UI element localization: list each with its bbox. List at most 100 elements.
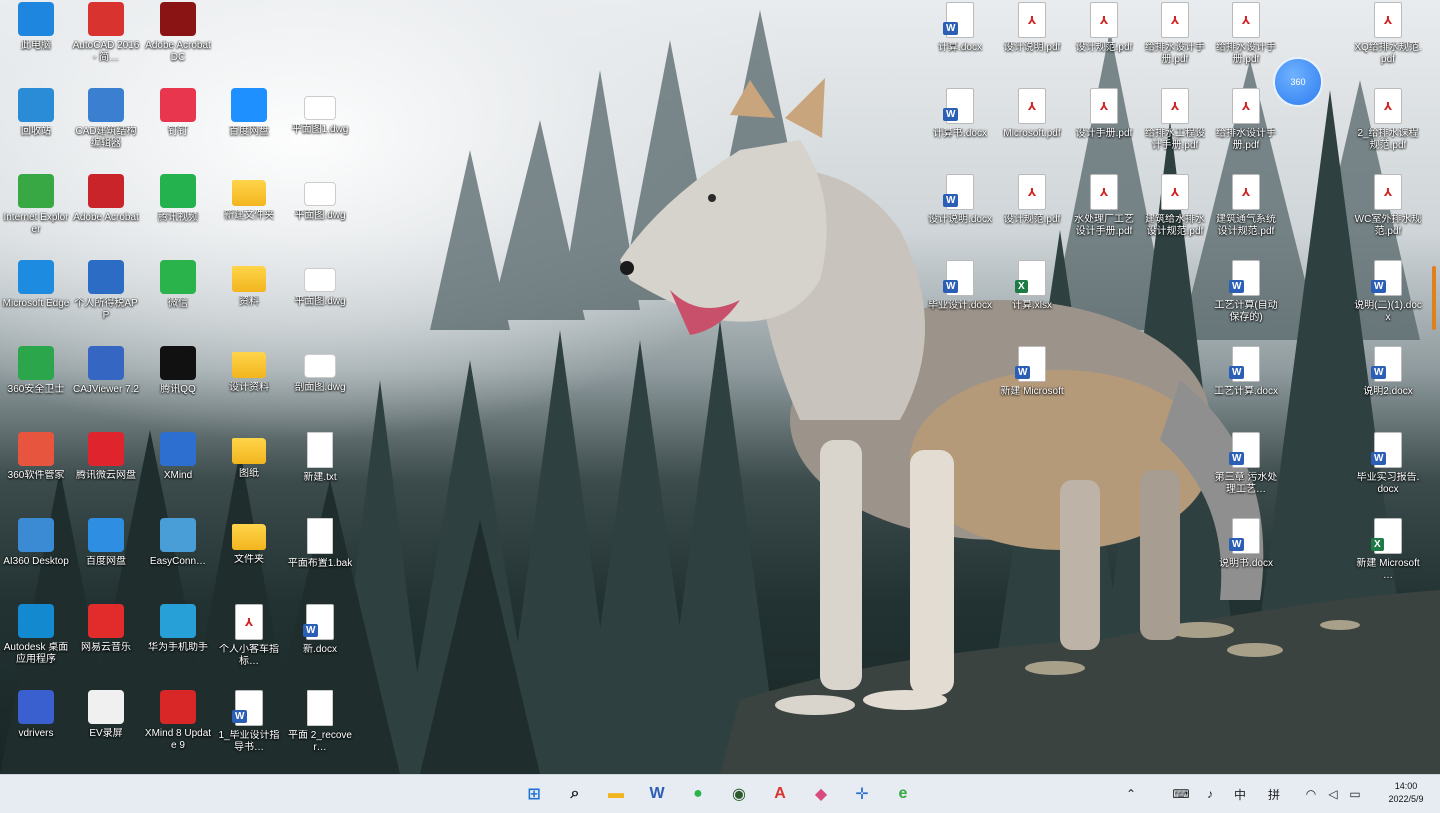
desktop-shortcut[interactable]: EasyConn… bbox=[142, 518, 214, 568]
desktop-shortcut[interactable]: ⅄ 设计说明.pdf bbox=[996, 2, 1068, 54]
desktop-shortcut[interactable]: XMind 8 Update 9 bbox=[142, 690, 214, 752]
desktop-shortcut[interactable]: ⅄ 设计手册.pdf bbox=[1068, 88, 1140, 140]
wechat-button[interactable]: ● bbox=[683, 780, 713, 808]
desktop-shortcut[interactable]: 新建文件夹 bbox=[213, 174, 285, 222]
desktop-shortcut[interactable]: 设计说明.docx bbox=[924, 174, 996, 226]
desktop-shortcut[interactable]: Internet Explorer bbox=[0, 174, 72, 236]
desktop-shortcut[interactable]: 百度网盘 bbox=[70, 518, 142, 568]
tray-keyboard[interactable]: ⌨ bbox=[1172, 785, 1190, 803]
desktop-shortcut[interactable]: 回收站 bbox=[0, 88, 72, 138]
search-button[interactable]: ⌕ bbox=[560, 780, 590, 808]
desktop-shortcut[interactable]: ⅄ 个人小客车指标… bbox=[213, 604, 285, 668]
desktop-shortcut[interactable]: 平面图1.dwg bbox=[284, 88, 356, 136]
desktop-shortcut[interactable]: 平面图.dwg bbox=[284, 174, 356, 222]
desktop-shortcut[interactable]: 新.docx bbox=[284, 604, 356, 656]
desktop-shortcut[interactable]: ⅄ 建筑通气系统设计规范.pdf bbox=[1210, 174, 1282, 238]
browser-button[interactable]: ◆ bbox=[806, 780, 836, 808]
desktop-shortcut[interactable]: AI360 Desktop bbox=[0, 518, 72, 568]
tray-pinyin[interactable]: 拼 bbox=[1265, 785, 1283, 803]
desktop-shortcut[interactable]: CAD建筑结构编辑器 bbox=[70, 88, 142, 150]
desktop-shortcut[interactable]: Adobe Acrobat bbox=[70, 174, 142, 224]
desktop-shortcut[interactable]: 工艺计算.docx bbox=[1210, 346, 1282, 398]
ie-button[interactable]: e bbox=[888, 780, 918, 808]
desktop-shortcut[interactable]: 设计资料 bbox=[213, 346, 285, 394]
desktop-shortcut[interactable]: CAJViewer 7.2 bbox=[70, 346, 142, 396]
tray-wifi[interactable]: ◠ bbox=[1302, 785, 1320, 803]
shortcut-label: 新.docx bbox=[303, 644, 337, 655]
desktop-shortcut[interactable]: ⅄ XQ给排水规范.pdf bbox=[1352, 2, 1424, 66]
desktop-shortcut[interactable]: 百度网盘 bbox=[213, 88, 285, 138]
desktop-shortcut[interactable]: EV录屏 bbox=[70, 690, 142, 740]
xmind-button[interactable]: ✛ bbox=[847, 780, 877, 808]
assistant-bubble-icon[interactable]: 360 bbox=[1273, 57, 1323, 107]
desktop-shortcut[interactable]: ⅄ WC室外排水规范.pdf bbox=[1352, 174, 1424, 238]
desktop-shortcut[interactable]: 此电脑 bbox=[0, 2, 72, 52]
desktop-shortcut[interactable]: 平面布置1.bak bbox=[284, 518, 356, 570]
desktop-shortcut[interactable]: 新建.txt bbox=[284, 432, 356, 484]
phone-assistant-icon bbox=[160, 604, 196, 638]
tray-volume[interactable]: ◁ bbox=[1324, 785, 1342, 803]
autocad-icon: A bbox=[774, 785, 786, 802]
desktop-shortcut[interactable]: Adobe Acrobat DC bbox=[142, 2, 214, 64]
shortcut-label: 设计说明.pdf bbox=[1003, 42, 1061, 53]
desktop-shortcut[interactable]: 华为手机助手 bbox=[142, 604, 214, 654]
taskbar: ⊞ ⌕ ▬ W ● ◉ A ◆ ✛ e ⌃ ⌨ ♪ 中 拼 ◠ ◁ ▭ 14:00 2022/5/9 bbox=[0, 774, 1440, 813]
desktop-shortcut[interactable]: 第三章 污水处理工艺… bbox=[1210, 432, 1282, 496]
shortcut-label: EasyConn… bbox=[149, 556, 207, 567]
desktop-shortcut[interactable]: 说明(二)(1).docx bbox=[1352, 260, 1424, 324]
docx-icon bbox=[1229, 432, 1260, 468]
desktop-shortcut[interactable]: 1_毕业设计指导书… bbox=[213, 690, 285, 754]
file-explorer-button[interactable]: ▬ bbox=[601, 780, 631, 808]
desktop-shortcut[interactable]: 360安全卫士 bbox=[0, 346, 72, 396]
tray-ime[interactable]: 中 bbox=[1231, 785, 1249, 803]
tray-mic[interactable]: ♪ bbox=[1201, 785, 1219, 803]
desktop-shortcut[interactable]: ⅄ 设计规范.pdf bbox=[996, 174, 1068, 226]
desktop-shortcut[interactable]: 图纸 bbox=[213, 432, 285, 480]
desktop-shortcut[interactable]: 腾讯视频 bbox=[142, 174, 214, 224]
tray-battery[interactable]: ▭ bbox=[1346, 785, 1364, 803]
desktop-shortcut[interactable]: vdrivers bbox=[0, 690, 72, 740]
desktop-shortcut[interactable]: AutoCAD 2016 - 简… bbox=[70, 2, 142, 64]
desktop-shortcut[interactable]: 微信 bbox=[142, 260, 214, 310]
desktop-shortcut[interactable]: 计算.xlsx bbox=[996, 260, 1068, 312]
clock[interactable]: 14:00 2022/5/9 bbox=[1378, 780, 1434, 806]
desktop-shortcut[interactable]: 剖面图.dwg bbox=[284, 346, 356, 394]
desktop-shortcut[interactable]: 资料 bbox=[213, 260, 285, 308]
desktop-shortcut[interactable]: Autodesk 桌面应用程序 bbox=[0, 604, 72, 666]
desktop-shortcut[interactable]: 网易云音乐 bbox=[70, 604, 142, 654]
green-app-button[interactable]: ◉ bbox=[724, 780, 754, 808]
desktop-shortcut[interactable]: 新建 Microsoft bbox=[996, 346, 1068, 398]
desktop-shortcut[interactable]: Microsoft Edge bbox=[0, 260, 72, 310]
desktop-shortcut[interactable]: 腾讯微云网盘 bbox=[70, 432, 142, 482]
desktop-shortcut[interactable]: ⅄ 水处理厂工艺设计手册.pdf bbox=[1068, 174, 1140, 238]
desktop-shortcut[interactable]: 平面图.dwg bbox=[284, 260, 356, 308]
desktop-shortcut[interactable]: 工艺计算(自动保存的) bbox=[1210, 260, 1282, 324]
desktop-shortcut[interactable]: 毕业设计.docx bbox=[924, 260, 996, 312]
desktop-shortcut[interactable]: 计算.docx bbox=[924, 2, 996, 54]
word-button[interactable]: W bbox=[642, 780, 672, 808]
start-button[interactable]: ⊞ bbox=[519, 780, 549, 808]
desktop-shortcut[interactable]: ⅄ 2_给排水课程规范.pdf bbox=[1352, 88, 1424, 152]
desktop-shortcut[interactable]: ⅄ Microsoft.pdf bbox=[996, 88, 1068, 140]
desktop-shortcut[interactable]: 毕业实习报告.docx bbox=[1352, 432, 1424, 496]
desktop-shortcut[interactable]: 文件夹 bbox=[213, 518, 285, 566]
desktop-shortcut[interactable]: 说明2.docx bbox=[1352, 346, 1424, 398]
desktop-shortcut[interactable]: XMind bbox=[142, 432, 214, 482]
tray-chevron[interactable]: ⌃ bbox=[1122, 785, 1140, 803]
pdf-icon: ⅄ bbox=[1090, 174, 1118, 210]
desktop-shortcut[interactable]: 计算书.docx bbox=[924, 88, 996, 140]
desktop-shortcut[interactable]: 新建 Microsoft … bbox=[1352, 518, 1424, 582]
desktop-shortcut[interactable]: 360软件管家 bbox=[0, 432, 72, 482]
desktop-shortcut[interactable]: ⅄ 给排水设计手册.pdf bbox=[1210, 2, 1282, 66]
desktop-shortcut[interactable]: 说明书.docx bbox=[1210, 518, 1282, 570]
desktop-shortcut[interactable]: ⅄ 设计规范.pdf bbox=[1068, 2, 1140, 54]
desktop-shortcut[interactable]: 腾讯QQ bbox=[142, 346, 214, 396]
desktop-shortcut[interactable]: ⅄ 给排水设计手册.pdf bbox=[1139, 2, 1211, 66]
autocad-button[interactable]: A bbox=[765, 780, 795, 808]
desktop-shortcut[interactable]: ⅄ 建筑给水排水设计规范.pdf bbox=[1139, 174, 1211, 238]
desktop-shortcut[interactable]: 个人所得税APP bbox=[70, 260, 142, 322]
desktop-shortcut[interactable]: ⅄ 给排水工程设计手册.pdf bbox=[1139, 88, 1211, 152]
desktop-shortcut[interactable]: 钉钉 bbox=[142, 88, 214, 138]
desktop-shortcut[interactable]: ⅄ 给排水设计手册.pdf bbox=[1210, 88, 1282, 152]
desktop-shortcut[interactable]: 平面 2_recover… bbox=[284, 690, 356, 754]
